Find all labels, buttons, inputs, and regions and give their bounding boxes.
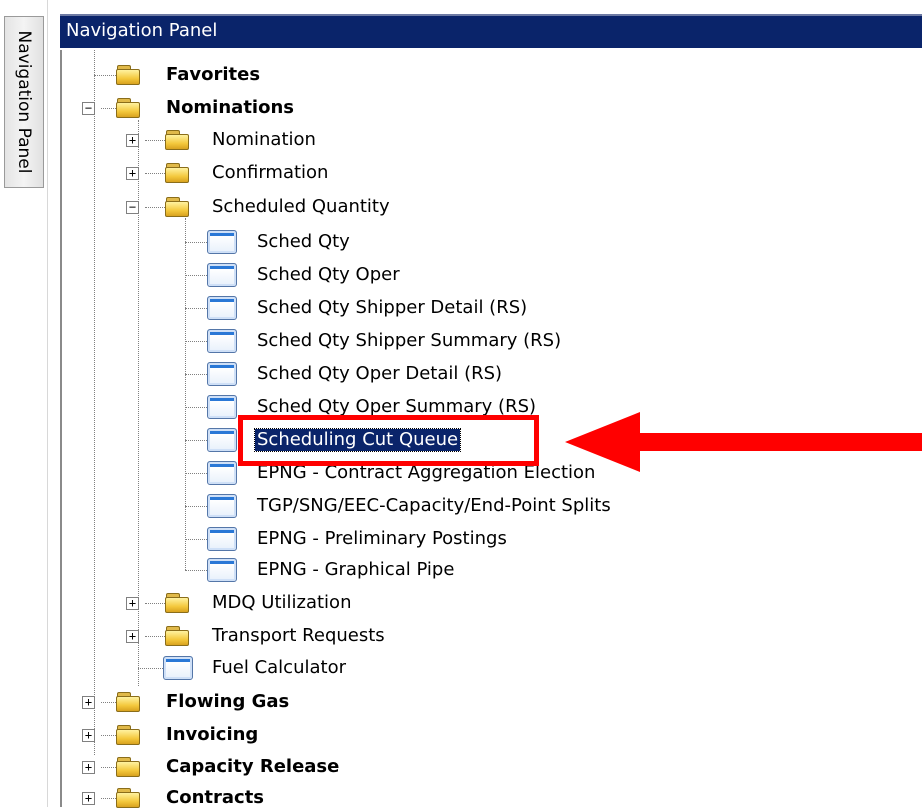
tree-item-scheduled-quantity[interactable]: Scheduled Quantity — [212, 196, 390, 218]
page-icon — [163, 656, 193, 680]
tree-item-sched-qty-shipper-detail[interactable]: Sched Qty Shipper Detail (RS) — [257, 297, 527, 319]
folder-icon — [116, 756, 142, 778]
tree-item-mdq-utilization[interactable]: MDQ Utilization — [212, 592, 351, 614]
tree-line — [185, 374, 207, 375]
collapse-icon[interactable]: − — [82, 102, 95, 115]
tree-line — [185, 275, 207, 276]
expand-icon[interactable]: + — [126, 134, 139, 147]
tree-line — [145, 603, 165, 604]
tree-line — [145, 636, 165, 637]
tree-item-sched-qty-oper-detail[interactable]: Sched Qty Oper Detail (RS) — [257, 363, 502, 385]
tree-item-fuel-calculator[interactable]: Fuel Calculator — [212, 657, 346, 679]
expand-icon[interactable]: + — [126, 630, 139, 643]
navigation-panel-side-tab[interactable]: Navigation Panel — [4, 16, 44, 188]
tree-item-epng-graphical-pipe[interactable]: EPNG - Graphical Pipe — [257, 559, 454, 581]
tree-line — [185, 242, 207, 243]
panel-title: Navigation Panel — [66, 20, 218, 41]
expand-icon[interactable]: + — [82, 729, 95, 742]
folder-icon — [116, 64, 142, 86]
tree-line — [101, 702, 116, 703]
folder-icon — [165, 592, 191, 614]
page-icon — [207, 296, 237, 320]
tree-line — [185, 440, 207, 441]
tree-item-epng-preliminary-postings[interactable]: EPNG - Preliminary Postings — [257, 528, 507, 550]
folder-icon — [165, 162, 191, 184]
tree-item-favorites[interactable]: Favorites — [166, 64, 260, 86]
page-icon — [207, 494, 237, 518]
tree-item-transport-requests[interactable]: Transport Requests — [212, 625, 385, 647]
tree-item-capacity-release[interactable]: Capacity Release — [166, 756, 339, 778]
tree-line — [145, 173, 165, 174]
tree-line — [94, 50, 95, 755]
annotation-arrow-icon — [565, 412, 922, 472]
side-tab-label: Navigation Panel — [14, 30, 34, 174]
tree-item-flowing-gas[interactable]: Flowing Gas — [166, 691, 289, 713]
annotation-highlight-box — [238, 415, 539, 466]
expand-icon[interactable]: + — [126, 167, 139, 180]
tree-item-sched-qty-shipper-summary[interactable]: Sched Qty Shipper Summary (RS) — [257, 330, 561, 352]
tree-line — [101, 767, 116, 768]
tree-line — [185, 218, 186, 570]
side-tab-strip: Navigation Panel — [0, 0, 48, 807]
collapse-icon[interactable]: − — [126, 201, 139, 214]
expand-icon[interactable]: + — [82, 696, 95, 709]
tree-line — [94, 75, 116, 76]
expand-icon[interactable]: + — [82, 761, 95, 774]
tree-line — [185, 308, 207, 309]
page-icon — [207, 329, 237, 353]
tree-item-confirmation[interactable]: Confirmation — [212, 162, 328, 184]
page-icon — [207, 263, 237, 287]
folder-icon — [116, 691, 142, 713]
panel-header: Navigation Panel — [60, 14, 922, 48]
folder-icon — [116, 97, 142, 119]
expand-icon[interactable]: + — [82, 792, 95, 805]
tree-line — [145, 140, 165, 141]
tree-item-nomination[interactable]: Nomination — [212, 129, 316, 151]
tree-line — [185, 407, 207, 408]
page-icon — [207, 428, 237, 452]
tree-line — [101, 798, 116, 799]
tree-line — [138, 668, 163, 669]
tree-item-nominations[interactable]: Nominations — [166, 97, 294, 119]
tree-item-contracts[interactable]: Contracts — [166, 787, 264, 809]
tree-line — [185, 473, 207, 474]
tree-item-sched-qty[interactable]: Sched Qty — [257, 231, 350, 253]
page-icon — [207, 461, 237, 485]
tree-item-sched-qty-oper[interactable]: Sched Qty Oper — [257, 264, 400, 286]
tree-line — [185, 539, 207, 540]
page-icon — [207, 527, 237, 551]
folder-icon — [165, 129, 191, 151]
tree-line — [185, 341, 207, 342]
tree-line — [145, 207, 165, 208]
page-icon — [207, 230, 237, 254]
page-icon — [207, 558, 237, 582]
tree-item-invoicing[interactable]: Invoicing — [166, 724, 258, 746]
tree-line — [101, 108, 116, 109]
tree-line — [185, 570, 207, 571]
folder-icon — [165, 625, 191, 647]
folder-icon — [116, 724, 142, 746]
tree-line — [101, 735, 116, 736]
page-icon — [207, 362, 237, 386]
tree-line — [185, 506, 207, 507]
tree-item-tgp-capacity-splits[interactable]: TGP/SNG/EEC-Capacity/End-Point Splits — [257, 495, 611, 517]
folder-icon — [165, 196, 191, 218]
expand-icon[interactable]: + — [126, 597, 139, 610]
page-icon — [207, 395, 237, 419]
folder-icon — [116, 787, 142, 809]
